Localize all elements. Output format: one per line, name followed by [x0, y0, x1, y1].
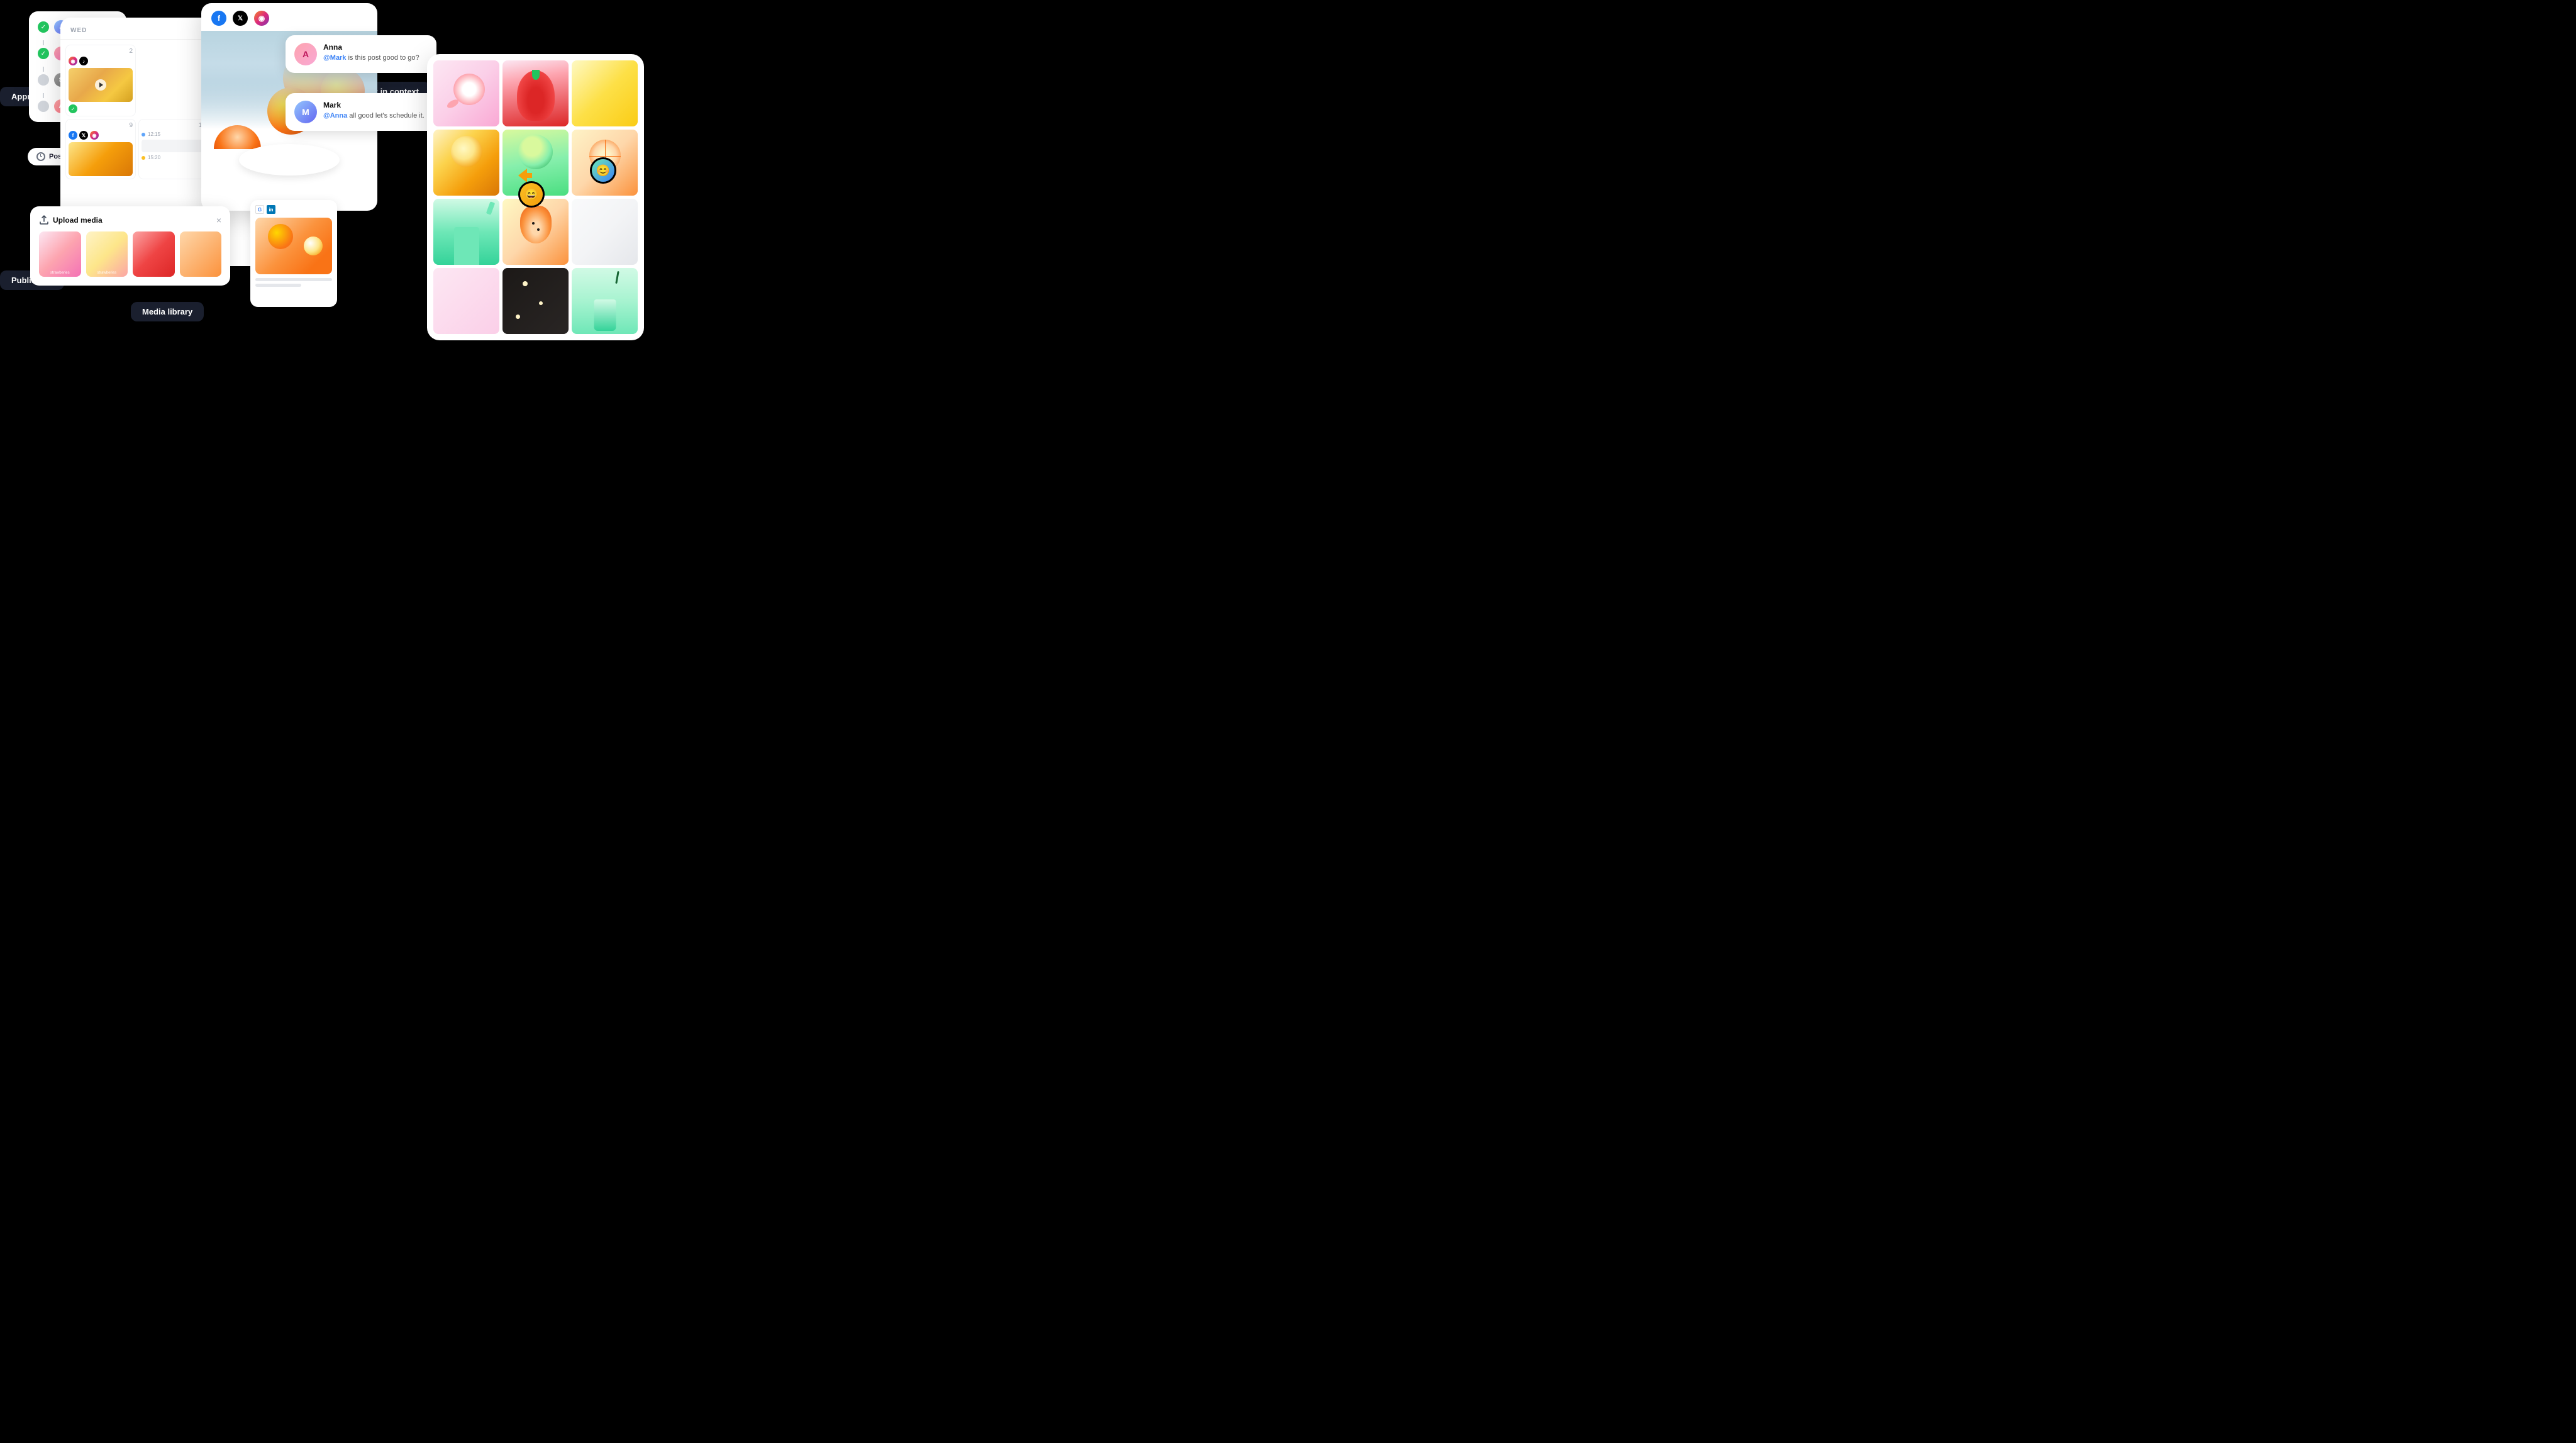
- upload-media-card: Upload media × strawberies strawberies: [30, 206, 230, 286]
- x-icon-main: 𝕏: [233, 11, 248, 26]
- media-cell-7: [433, 199, 499, 265]
- play-button[interactable]: [95, 79, 106, 91]
- collab-avatar-1: 😊: [590, 157, 616, 184]
- time-slot-2: 15:20: [142, 155, 206, 160]
- facebook-icon-main: f: [211, 11, 226, 26]
- post-thumb-pineapple: [69, 68, 133, 102]
- media-cell-4: [433, 130, 499, 196]
- mark-avatar: M: [294, 101, 317, 123]
- media-library-badge: Media library: [131, 302, 204, 321]
- cal-cell-2: [138, 45, 209, 116]
- media-library-label: Media library: [142, 307, 192, 316]
- media-cell-9: [572, 199, 638, 265]
- main-social-bar: f 𝕏 ◉: [201, 3, 377, 31]
- ig-icon-sm: ◉: [90, 131, 99, 140]
- text-line-2: [255, 284, 301, 287]
- anna-message: Anna @Mark is this post good to go?: [323, 43, 419, 63]
- check-jack: ✓: [38, 21, 49, 33]
- anna-avatar: A: [294, 43, 317, 65]
- upload-thumb-4[interactable]: [180, 231, 222, 277]
- linkedin-post-card: G in: [250, 200, 337, 307]
- mark-message: Mark @Anna all good let's schedule it.: [323, 101, 425, 121]
- main-scene: Planning Approvals Publishing Feedback i…: [0, 0, 644, 360]
- clock-icon: [36, 152, 45, 161]
- avatar-person-2: 😄: [525, 188, 538, 201]
- li-text-lines: [255, 278, 332, 287]
- feedback-mark-bubble: M Mark @Anna all good let's schedule it.: [286, 93, 440, 131]
- time-dot-yellow: [142, 156, 145, 160]
- li-social-row: G in: [255, 205, 332, 214]
- upload-thumb-3[interactable]: [133, 231, 175, 277]
- facebook-icon-sm: f: [69, 131, 77, 140]
- anna-mention: @Anna: [323, 112, 347, 120]
- post-thumb-yellow: [69, 142, 133, 176]
- upload-title-row: Upload media: [39, 215, 103, 225]
- upload-title: Upload media: [53, 216, 103, 225]
- tiktok-icon-sm: ♪: [79, 57, 88, 65]
- upload-header: Upload media ×: [39, 215, 221, 225]
- cal-cell-1: 2 ◉ ♪ ✓: [65, 45, 136, 116]
- close-button[interactable]: ×: [216, 215, 221, 225]
- li-fruit-image: [255, 218, 332, 274]
- time-dot-blue: [142, 133, 145, 136]
- linkedin-icon: in: [267, 205, 275, 214]
- anna-name: Anna: [323, 43, 419, 52]
- mark-mention: @Mark: [323, 54, 346, 62]
- post-approved-check: ✓: [69, 104, 77, 113]
- mark-name: Mark: [323, 101, 425, 109]
- time-12: 12:15: [148, 131, 160, 137]
- social-icons-top: ◉ ♪: [69, 57, 133, 65]
- avatar-person-1: 😊: [596, 164, 610, 177]
- media-cell-12: [572, 268, 638, 334]
- media-cell-11: [502, 268, 569, 334]
- play-triangle: [99, 82, 103, 87]
- check-anne: [38, 101, 49, 112]
- arrow-icon: [518, 169, 532, 182]
- time-15: 15:20: [148, 155, 160, 160]
- instagram-icon-sm: ◉: [69, 57, 77, 65]
- anna-text: @Mark is this post good to go?: [323, 53, 419, 63]
- feedback-anna-bubble: A Anna @Mark is this post good to go?: [286, 35, 436, 73]
- x-icon-sm: 𝕏: [79, 131, 88, 140]
- collab-avatar-2: 😄: [518, 181, 545, 208]
- social-icons-row2: f 𝕏 ◉: [69, 131, 133, 140]
- instagram-icon-main: ◉: [254, 11, 269, 26]
- check-ingrid: ✓: [38, 48, 49, 59]
- thumb-label-1: strawberies: [50, 271, 70, 275]
- upload-thumbs: strawberies strawberies: [39, 231, 221, 277]
- text-line-1: [255, 278, 332, 281]
- cal-num-9: 9: [69, 122, 133, 129]
- media-cell-10: [433, 268, 499, 334]
- google-icon: G: [255, 205, 264, 214]
- cal-day-label: WED: [70, 27, 87, 34]
- mark-text: @Anna all good let's schedule it.: [323, 111, 425, 121]
- upload-thumb-2[interactable]: strawberies: [86, 231, 128, 277]
- upload-icon: [39, 215, 49, 225]
- cal-num-10: 10: [142, 122, 206, 129]
- cal-cell-9: 9 f 𝕏 ◉: [65, 119, 136, 179]
- time-slot-1: 12:15: [142, 131, 206, 137]
- cal-num-2: 2: [69, 48, 133, 55]
- media-cell-1: [433, 60, 499, 126]
- media-cell-2: [502, 60, 569, 126]
- media-cell-3: [572, 60, 638, 126]
- media-cell-8: [502, 199, 569, 265]
- cal-cell-10: 10 12:15 15:20: [138, 119, 209, 179]
- collab-avatars: 😊: [590, 157, 616, 184]
- thumb-label-2: strawberies: [97, 271, 116, 275]
- upload-thumb-1[interactable]: strawberies: [39, 231, 81, 277]
- check-samuel: [38, 74, 49, 86]
